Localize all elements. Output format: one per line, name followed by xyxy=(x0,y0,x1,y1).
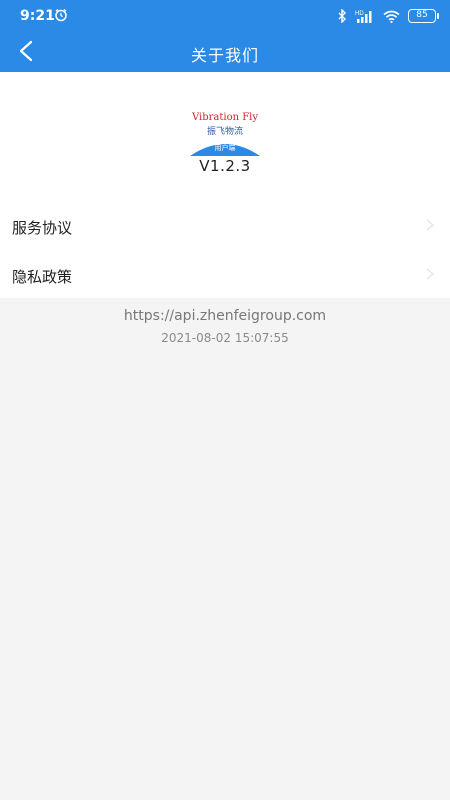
alarm-icon xyxy=(55,8,67,22)
footer-timestamp: 2021-08-02 15:07:55 xyxy=(161,331,289,345)
page-title: 关于我们 xyxy=(190,46,259,65)
battery-icon: 85 xyxy=(408,9,439,23)
footer-url: https://api.zhenfeigroup.com xyxy=(123,308,327,324)
menu-list: 服务协议 隐私政策 xyxy=(0,200,450,298)
logo-brand-text: Vibration Fly xyxy=(191,112,259,123)
status-icons: HD 85 xyxy=(338,8,439,24)
wifi-icon xyxy=(383,10,400,23)
status-time: 9:21 xyxy=(20,8,55,24)
menu-item-service-agreement[interactable]: 服务协议 xyxy=(0,200,450,249)
app-version: V1.2.3 xyxy=(199,157,251,175)
logo-chinese-text: 振飞物流 xyxy=(206,127,243,137)
chevron-right-icon xyxy=(426,268,435,280)
signal-icon: HD xyxy=(355,11,372,23)
chevron-right-icon xyxy=(426,219,435,231)
bluetooth-icon xyxy=(338,9,346,23)
app-bar: 关于我们 xyxy=(0,32,450,72)
menu-item-privacy-policy[interactable]: 隐私政策 xyxy=(0,249,450,298)
menu-item-label: 服务协议 xyxy=(12,219,73,237)
about-card: Vibration Fly 振飞物流 用户端 V1.2.3 xyxy=(0,72,450,200)
network-type-label: HD xyxy=(355,11,364,17)
status-bar: 9:21 HD 85 xyxy=(0,0,450,32)
menu-item-label: 隐私政策 xyxy=(12,268,73,286)
logo-tag-text: 用户端 xyxy=(214,144,236,152)
